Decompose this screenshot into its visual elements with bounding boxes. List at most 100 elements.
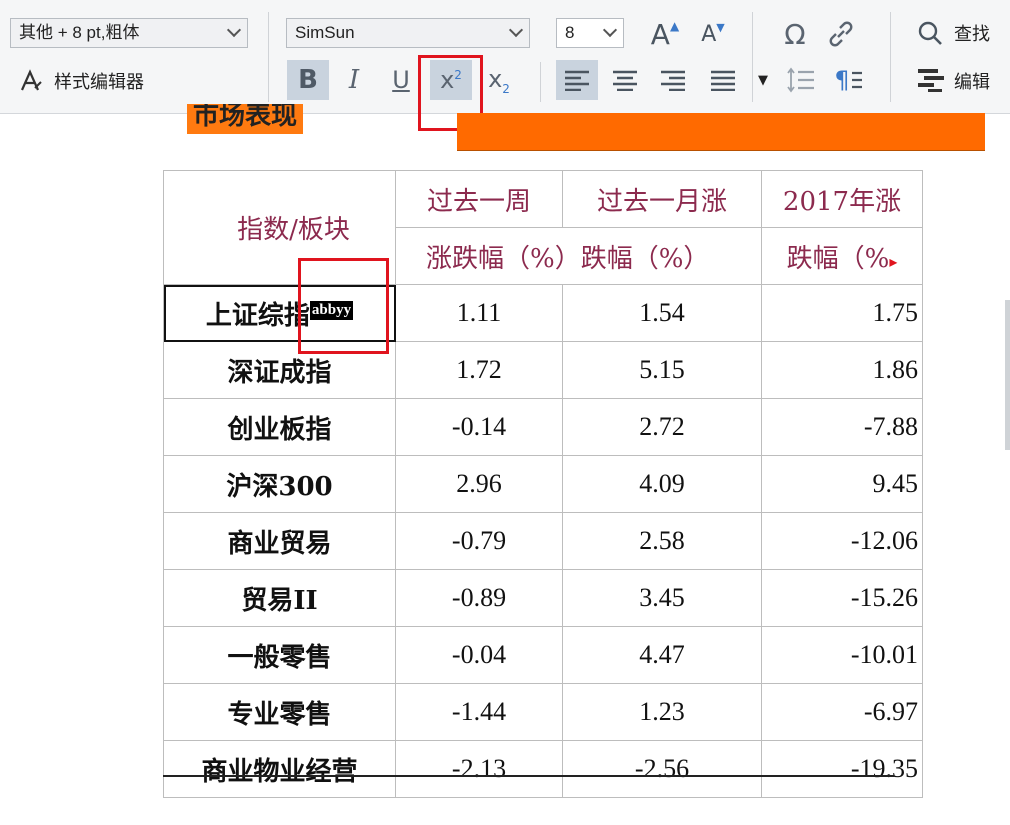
- row-ytd-cell[interactable]: 1.86: [761, 341, 923, 399]
- row-week-cell[interactable]: 1.11: [395, 284, 563, 342]
- row-week-cell[interactable]: -0.14: [395, 398, 563, 456]
- row-ytd-cell[interactable]: -6.97: [761, 683, 923, 741]
- row-month-cell[interactable]: -2.56: [562, 740, 762, 798]
- line-spacing-icon: [787, 67, 814, 93]
- insert-link-button[interactable]: [820, 14, 862, 54]
- table-bottom-border: [163, 775, 894, 777]
- row-ytd-cell[interactable]: -19.35: [761, 740, 923, 798]
- style-editor-icon: [20, 69, 42, 91]
- row-name-cell[interactable]: 专业零售: [163, 683, 396, 741]
- header-month-line2: 跌幅（%）: [580, 243, 710, 274]
- edit-layout-icon: [918, 69, 944, 92]
- toolbar-divider: [540, 62, 541, 102]
- alignment-dropdown[interactable]: ▼: [748, 60, 778, 100]
- table-row[interactable]: 一般零售 -0.04 4.47 -10.01: [163, 626, 923, 684]
- header-ytd-line2: 跌幅（%▸: [761, 227, 923, 285]
- table-row[interactable]: 创业板指 -0.14 2.72 -7.88: [163, 398, 923, 456]
- row-name-cell[interactable]: 商业贸易: [163, 512, 396, 570]
- marker-highlight-box: [298, 258, 389, 354]
- shrink-font-icon: A: [701, 21, 717, 47]
- chevron-down-icon: [501, 19, 529, 47]
- row-week-cell[interactable]: 1.72: [395, 341, 563, 399]
- font-size-select[interactable]: 8: [556, 18, 624, 48]
- shrink-font-button[interactable]: A ▼: [692, 14, 734, 54]
- row-name-cell[interactable]: 创业板指: [163, 398, 396, 456]
- row-ytd-cell[interactable]: -15.26: [761, 569, 923, 627]
- table-row[interactable]: 专业零售 -1.44 1.23 -6.97: [163, 683, 923, 741]
- underline-button[interactable]: U: [380, 60, 422, 100]
- justify-icon: [711, 70, 735, 91]
- paragraph-style-select[interactable]: 其他 + 8 pt,粗体: [10, 18, 248, 48]
- caret-down-icon: ▼: [758, 72, 768, 88]
- row-week-cell[interactable]: -0.79: [395, 512, 563, 570]
- show-formatting-button[interactable]: ¶: [828, 60, 870, 100]
- grow-font-icon: A: [650, 17, 670, 51]
- row-month-cell[interactable]: 2.58: [562, 512, 762, 570]
- row-month-cell[interactable]: 1.54: [562, 284, 762, 342]
- market-performance-table: 指数/板块 过去一周 过去一月涨 2017年涨 涨跌幅（%）跌幅（%） 跌幅（%…: [163, 170, 923, 798]
- row-ytd-cell[interactable]: -7.88: [761, 398, 923, 456]
- table-row[interactable]: 上证综指 abbyy 1.11 1.54 1.75: [163, 284, 923, 342]
- lines-icon: [851, 71, 862, 89]
- italic-button[interactable]: I: [333, 60, 375, 100]
- insert-symbol-button[interactable]: Ω: [774, 14, 816, 54]
- edit-label: 编辑: [954, 72, 990, 93]
- chevron-down-icon: [219, 19, 247, 47]
- row-week-cell[interactable]: -0.89: [395, 569, 563, 627]
- header-week-line1: 过去一周: [395, 170, 563, 228]
- row-month-cell[interactable]: 1.23: [562, 683, 762, 741]
- align-center-button[interactable]: [604, 60, 646, 100]
- table-row[interactable]: 商业物业经营 -2.13 -2.56 -19.35: [163, 740, 923, 798]
- row-month-cell[interactable]: 5.15: [562, 341, 762, 399]
- grow-font-button[interactable]: A ▲: [644, 14, 686, 54]
- row-week-cell[interactable]: -0.04: [395, 626, 563, 684]
- row-ytd-cell[interactable]: 1.75: [761, 284, 923, 342]
- style-editor-button[interactable]: 样式编辑器: [14, 64, 174, 96]
- section-heading: 市场表现: [187, 104, 304, 134]
- find-button[interactable]: 查找: [914, 18, 1004, 50]
- pilcrow-icon: ¶: [834, 66, 850, 94]
- edit-button[interactable]: 编辑: [914, 64, 1004, 96]
- italic-icon: I: [348, 65, 360, 95]
- row-name-cell[interactable]: 商业物业经营: [163, 740, 396, 798]
- find-label: 查找: [954, 24, 990, 45]
- row-month-cell[interactable]: 2.72: [562, 398, 762, 456]
- search-icon: [918, 21, 942, 45]
- row-name-cell[interactable]: 沪深300: [163, 455, 396, 513]
- row-month-cell[interactable]: 4.47: [562, 626, 762, 684]
- row-week-cell[interactable]: 2.96: [395, 455, 563, 513]
- omega-icon: Ω: [784, 17, 806, 51]
- align-center-icon: [613, 70, 637, 91]
- toolbar-divider: [890, 12, 891, 102]
- justify-button[interactable]: [702, 60, 744, 100]
- table-row[interactable]: 深证成指 1.72 5.15 1.86: [163, 341, 923, 399]
- section-heading-bar: [457, 113, 985, 151]
- font-family-select[interactable]: SimSun: [286, 18, 530, 48]
- underline-icon: U: [392, 66, 410, 94]
- font-family-value: SimSun: [295, 23, 355, 42]
- row-ytd-cell[interactable]: 9.45: [761, 455, 923, 513]
- row-week-cell[interactable]: -2.13: [395, 740, 563, 798]
- header-ytd-line1: 2017年涨: [761, 170, 923, 228]
- row-month-cell[interactable]: 3.45: [562, 569, 762, 627]
- row-name-cell[interactable]: 贸易II: [163, 569, 396, 627]
- line-spacing-button[interactable]: [780, 60, 822, 100]
- bold-button[interactable]: B: [287, 60, 329, 100]
- row-ytd-cell[interactable]: -12.06: [761, 512, 923, 570]
- table-row[interactable]: 商业贸易 -0.79 2.58 -12.06: [163, 512, 923, 570]
- align-right-button[interactable]: [652, 60, 694, 100]
- paragraph-style-value: 其他 + 8 pt,粗体: [19, 23, 140, 42]
- row-ytd-cell[interactable]: -10.01: [761, 626, 923, 684]
- row-week-cell[interactable]: -1.44: [395, 683, 563, 741]
- table-row[interactable]: 贸易II -0.89 3.45 -15.26: [163, 569, 923, 627]
- header-week-month-line2: 涨跌幅（%）跌幅（%）: [395, 227, 762, 285]
- align-left-button[interactable]: [556, 60, 598, 100]
- row-name-cell[interactable]: 一般零售: [163, 626, 396, 684]
- toolbar-divider: [268, 12, 269, 102]
- row-month-cell[interactable]: 4.09: [562, 455, 762, 513]
- vertical-scrollbar[interactable]: [1005, 300, 1010, 450]
- link-icon: [829, 21, 853, 47]
- subscript-button[interactable]: x2: [478, 60, 520, 100]
- table-header-row: 指数/板块 过去一周 过去一月涨 2017年涨: [163, 170, 923, 285]
- table-row[interactable]: 沪深300 2.96 4.09 9.45: [163, 455, 923, 513]
